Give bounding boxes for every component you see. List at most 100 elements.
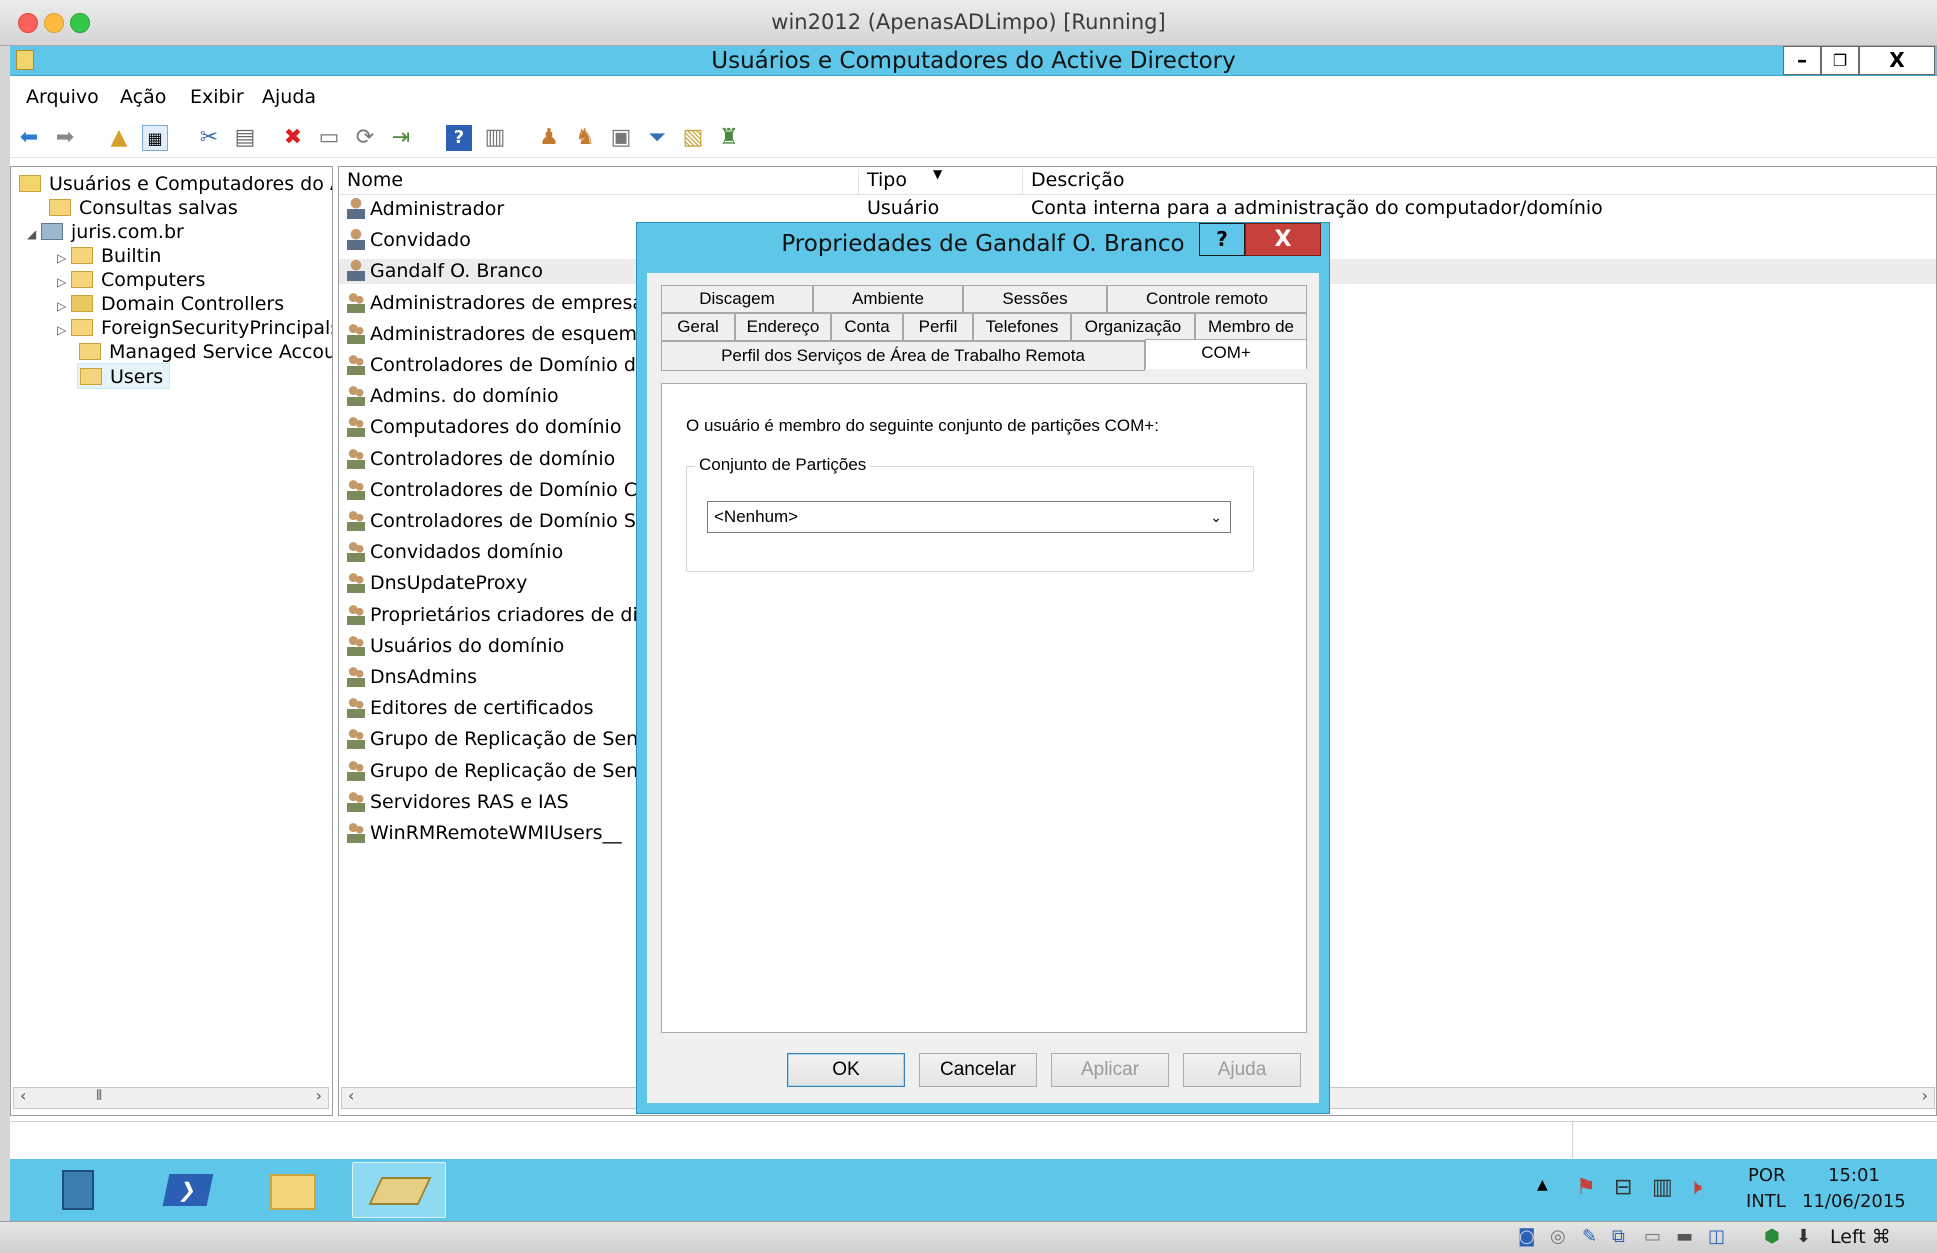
tab-perfil-rds[interactable]: Perfil dos Serviços de Área de Trabalho … (661, 341, 1145, 371)
scroll-left-icon[interactable]: ‹ (20, 1086, 26, 1105)
tab-sessoes[interactable]: Sessões (963, 285, 1107, 313)
menu-ajuda[interactable]: Ajuda (262, 86, 316, 108)
clock-time[interactable]: 15:01 (1828, 1165, 1880, 1186)
tree-item-domain[interactable]: ◢ juris.com.br (27, 219, 184, 245)
row-name-text: Administradores de esquema (370, 322, 649, 345)
tree-item-label: Managed Service Accour (109, 341, 333, 363)
chevron-down-icon[interactable]: ⌄ (1210, 502, 1222, 532)
tab-geral[interactable]: Geral (661, 313, 735, 341)
cut-icon[interactable]: ✂ (196, 125, 222, 151)
list-header: Nome Tipo ▼ Descrição (339, 167, 1936, 195)
hdd-icon[interactable]: ◙ (1518, 1226, 1535, 1247)
tab-ambiente[interactable]: Ambiente (813, 285, 963, 313)
tab-complus[interactable]: COM+ (1145, 339, 1307, 369)
tab-perfil[interactable]: Perfil (903, 313, 973, 341)
restore-button[interactable]: ❐ (1821, 46, 1859, 75)
apply-button[interactable]: Aplicar (1051, 1053, 1169, 1087)
scroll-left-icon[interactable]: ‹ (348, 1086, 354, 1105)
tree-horizontal-scrollbar[interactable]: ‹ ⦀ › (13, 1086, 329, 1109)
tree-item-domain-controllers[interactable]: ▷ Domain Controllers (57, 291, 284, 317)
tab-endereco[interactable]: Endereço (735, 313, 831, 341)
help-icon[interactable]: ? (446, 125, 472, 151)
delegate-icon[interactable]: ♜ (716, 125, 742, 151)
taskbar-explorer[interactable] (246, 1162, 340, 1218)
usb-icon[interactable]: ✎ (1582, 1226, 1597, 1247)
partition-set-value: <Nenhum> (714, 507, 799, 526)
action-center-icon[interactable]: ⚑ (1576, 1175, 1596, 1200)
scroll-right-icon[interactable]: › (316, 1086, 322, 1105)
clock-date[interactable]: 11/06/2015 (1802, 1191, 1906, 1212)
expanded-arrow-icon[interactable]: ◢ (27, 221, 41, 247)
network-icon[interactable]: ▥ (1652, 1175, 1673, 1200)
keyboard-capture-icon[interactable]: ⬇ (1796, 1226, 1811, 1247)
row-name-text: Convidados domínio (370, 541, 564, 564)
partition-set-dropdown[interactable]: <Nenhum> ⌄ (707, 501, 1231, 533)
cancel-button[interactable]: Cancelar (919, 1053, 1037, 1087)
column-header-description[interactable]: Descrição (1023, 169, 1936, 195)
export-icon[interactable]: ⇥ (388, 125, 414, 151)
close-button[interactable]: X (1859, 46, 1935, 75)
row-name-text: Convidado (370, 229, 471, 252)
cpu-activity-icon[interactable]: ⬢ (1764, 1226, 1780, 1247)
language-top[interactable]: POR (1748, 1165, 1786, 1186)
tab-organizacao[interactable]: Organização (1071, 313, 1195, 341)
help-button[interactable]: Ajuda (1183, 1053, 1301, 1087)
delete-icon[interactable]: ✖ (280, 125, 306, 151)
console-tree-icon[interactable]: ▦ (142, 125, 168, 151)
new-group-icon[interactable]: ♞ (572, 125, 598, 151)
volume-muted-icon[interactable]: 🕨 (1688, 1175, 1702, 1200)
removable-device-icon[interactable]: ⊟ (1614, 1175, 1632, 1200)
guest-desktop: Usuários e Computadores do Active Direct… (10, 46, 1937, 1221)
display-icon[interactable]: ▭ (1644, 1226, 1661, 1247)
tab-controle-remoto[interactable]: Controle remoto (1107, 285, 1307, 313)
shared-folders-icon[interactable]: ⧉ (1612, 1226, 1625, 1247)
minimize-button[interactable]: – (1783, 46, 1821, 75)
tree-item-foreign-security[interactable]: ▷ ForeignSecurityPrincipals (57, 315, 332, 343)
tree-item-computers[interactable]: ▷ Computers (57, 267, 205, 293)
row-name-text: Controladores de Domínio Clo (370, 478, 655, 501)
forward-arrow-icon[interactable]: ➡ (52, 125, 78, 151)
group-icon (347, 665, 365, 687)
tree-item-builtin[interactable]: ▷ Builtin (57, 243, 161, 269)
dialog-close-button[interactable]: X (1245, 223, 1321, 256)
taskbar-server-manager[interactable] (34, 1162, 128, 1218)
dialog-help-button[interactable]: ? (1199, 223, 1245, 256)
add-to-group-icon[interactable]: ▧ (680, 125, 706, 151)
refresh-icon[interactable]: ⟳ (352, 125, 378, 151)
tab-conta[interactable]: Conta (831, 313, 903, 341)
back-arrow-icon[interactable]: ⬅ (16, 125, 42, 151)
optical-drive-icon[interactable]: ◎ (1550, 1226, 1566, 1247)
tree-item-managed-service[interactable]: Managed Service Accour (79, 339, 333, 365)
column-header-name[interactable]: Nome (339, 169, 859, 195)
paste-icon[interactable]: ▤ (232, 125, 258, 151)
menu-arquivo[interactable]: Arquivo (26, 86, 99, 108)
table-row[interactable]: Administrador Usuário Conta interna para a… (339, 197, 1936, 222)
tree-item-users[interactable]: Users (77, 363, 171, 389)
group-icon (347, 509, 365, 531)
tab-discagem[interactable]: Discagem (661, 285, 813, 313)
tab-membro-de[interactable]: Membro de (1195, 313, 1307, 341)
group-icon (347, 571, 365, 594)
collapsed-arrow-icon[interactable]: ▷ (57, 317, 71, 343)
language-bottom[interactable]: INTL (1746, 1191, 1786, 1212)
up-folder-icon[interactable]: ▲ (106, 125, 132, 151)
ok-button[interactable]: OK (787, 1053, 905, 1087)
mouse-integration-icon[interactable]: ◫ (1708, 1226, 1725, 1247)
taskbar-powershell[interactable]: ❯ (140, 1162, 234, 1218)
new-ou-icon[interactable]: ▣ (608, 125, 634, 151)
tree-root[interactable]: Usuários e Computadores do Ac (19, 171, 332, 197)
tab-telefones[interactable]: Telefones (973, 313, 1071, 341)
menu-acao[interactable]: Ação (120, 86, 166, 108)
tree-item-saved-queries[interactable]: Consultas salvas (49, 195, 238, 221)
properties-icon[interactable]: ▭ (316, 125, 342, 151)
video-capture-icon[interactable]: ▬ (1676, 1226, 1693, 1247)
show-hidden-icons[interactable]: ▲ (1537, 1177, 1548, 1193)
menu-exibir[interactable]: Exibir (190, 86, 244, 108)
new-user-icon[interactable]: ♟ (536, 125, 562, 151)
filter-icon[interactable]: ⏷ (644, 125, 670, 151)
scroll-right-icon[interactable]: › (1922, 1086, 1928, 1105)
taskbar-aduc-active[interactable] (352, 1162, 446, 1218)
scroll-thumb-grip-icon[interactable]: ⦀ (96, 1088, 102, 1104)
view-icon[interactable]: ▥ (482, 125, 508, 151)
row-name-text: Admins. do domínio (370, 385, 559, 408)
